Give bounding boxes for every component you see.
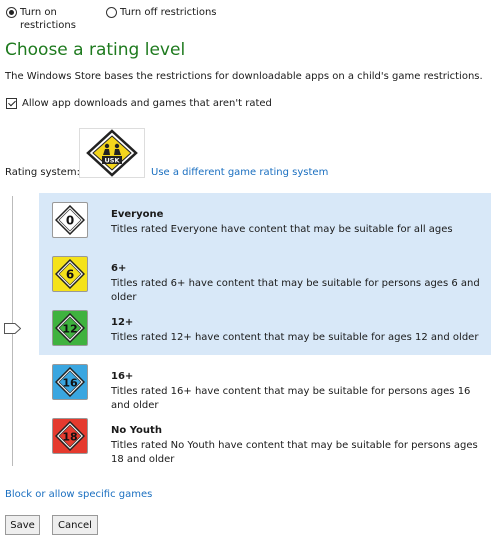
rating-badge-number: 6	[66, 268, 74, 282]
rating-12-icon: 12	[52, 310, 88, 346]
rating-badge-number: 18	[62, 431, 77, 444]
turn-on-restrictions-label: Turn on restrictions	[20, 7, 76, 31]
rating-description: Titles rated No Youth have content that …	[111, 440, 478, 465]
rating-name: Everyone	[111, 209, 164, 220]
allow-unrated-checkbox[interactable]: Allow app downloads and games that aren'…	[6, 98, 272, 109]
save-button[interactable]: Save	[5, 515, 40, 535]
turn-on-restrictions-radio[interactable]: Turn on restrictions	[6, 6, 106, 32]
rating-18-icon: 18	[52, 418, 88, 454]
usk-logo: USK	[79, 128, 145, 178]
rating-item-everyone[interactable]: 0 Everyone Titles rated Everyone have co…	[39, 193, 491, 247]
turn-off-restrictions-radio[interactable]: Turn off restrictions	[106, 6, 217, 32]
rating-name: No Youth	[111, 425, 162, 436]
rating-badge-number: 0	[66, 214, 74, 228]
radio-unselected-icon	[106, 7, 117, 18]
cancel-button[interactable]: Cancel	[52, 515, 98, 535]
rating-level-list: 0 Everyone Titles rated Everyone have co…	[39, 193, 491, 477]
checkbox-checked-icon	[6, 98, 17, 109]
radio-selected-icon	[6, 7, 17, 18]
page-title: Choose a rating level	[5, 40, 186, 60]
rating-0-icon: 0	[52, 202, 88, 238]
rating-name: 12+	[111, 317, 134, 328]
turn-off-restrictions-label: Turn off restrictions	[120, 7, 217, 18]
description-text: The Windows Store bases the restrictions…	[5, 71, 483, 82]
rating-name: 6+	[111, 263, 127, 274]
rating-6-icon: 6	[52, 256, 88, 292]
rating-name: 16+	[111, 371, 134, 382]
rating-slider-thumb[interactable]	[4, 323, 22, 334]
block-allow-games-link[interactable]: Block or allow specific games	[5, 489, 152, 500]
rating-item-6-plus[interactable]: 6 6+ Titles rated 6+ have content that m…	[39, 247, 491, 303]
rating-item-12-plus[interactable]: 12 12+ Titles rated 12+ have content tha…	[39, 301, 491, 355]
rating-description: Titles rated Everyone have content that …	[111, 224, 453, 235]
allow-unrated-label: Allow app downloads and games that aren'…	[22, 98, 272, 109]
rating-system-label: Rating system:	[5, 167, 80, 178]
rating-item-no-youth[interactable]: 18 No Youth Titles rated No Youth have c…	[39, 409, 491, 477]
change-rating-system-link[interactable]: Use a different game rating system	[151, 167, 328, 178]
rating-badge-number: 12	[62, 323, 77, 336]
rating-item-16-plus[interactable]: 16 16+ Titles rated 16+ have content tha…	[39, 355, 491, 411]
rating-16-icon: 16	[52, 364, 88, 400]
svg-text:USK: USK	[105, 157, 121, 165]
rating-badge-number: 16	[62, 377, 78, 390]
rating-description: Titles rated 12+ have content that may b…	[111, 332, 479, 343]
